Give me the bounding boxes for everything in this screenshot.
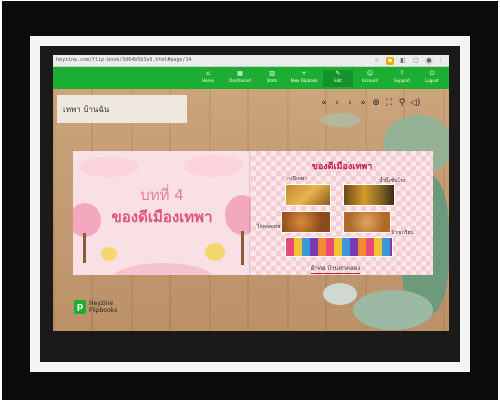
viewer-toolbar: « ‹ › » ⊕ ⛶ ⚲ ◁) bbox=[319, 97, 420, 109]
nav-logout[interactable]: ⏻ Logout bbox=[417, 70, 447, 87]
last-page-icon[interactable]: » bbox=[358, 98, 368, 109]
zoom-icon[interactable]: ⊕ bbox=[371, 98, 381, 109]
fullscreen-icon[interactable]: ⛶ bbox=[384, 98, 394, 109]
honey-photo bbox=[343, 184, 395, 206]
chick-illustration bbox=[101, 247, 117, 261]
edit-icon: ✎ bbox=[335, 70, 341, 77]
heyzine-logo-text: Heyzine Flipbooks bbox=[89, 300, 118, 314]
heyzine-logo-icon: p bbox=[74, 300, 86, 314]
crackers-photo bbox=[343, 211, 391, 233]
rock-decoration bbox=[323, 283, 357, 305]
cloud-illustration bbox=[79, 157, 139, 177]
flipbook-title: เทพา บ้านฉัน bbox=[63, 105, 110, 114]
puzzle-icon[interactable]: ◧ bbox=[399, 57, 407, 65]
heyzine-logo[interactable]: p Heyzine Flipbooks bbox=[74, 300, 117, 314]
nav-stats[interactable]: ▥ Stats bbox=[257, 70, 287, 87]
hill-illustration bbox=[113, 263, 213, 275]
logout-icon: ⏻ bbox=[429, 70, 435, 77]
plant-decoration bbox=[321, 113, 361, 127]
nav-home[interactable]: ⌂ Home bbox=[193, 70, 223, 87]
chapter-number: บทที่ 4 bbox=[140, 186, 184, 204]
tree-trunk bbox=[83, 233, 86, 263]
chapter-title: ของดีเมืองเทพา bbox=[111, 208, 213, 226]
plant-decoration bbox=[353, 290, 433, 330]
profile-icon[interactable]: ● bbox=[425, 57, 433, 65]
right-page-footer: ผ้าทอ บ้านท่าคลอง bbox=[311, 265, 361, 274]
menu-dots-icon[interactable]: ⋮ bbox=[437, 57, 445, 65]
prev-page-icon[interactable]: ‹ bbox=[332, 98, 342, 109]
new-flipbook-icon: + bbox=[301, 70, 307, 77]
monitor-screen: heyzine.com/flip-book/3d64b5b3a9.html#pa… bbox=[53, 55, 449, 331]
flipbook-right-page[interactable]: ของดีเมืองเทพา กะปิเทพา น้ำผึ้งชันโรง ไก… bbox=[251, 151, 433, 275]
window-icon[interactable]: ▢ bbox=[412, 57, 420, 65]
account-icon: ☺ bbox=[366, 70, 374, 77]
shrimp-paste-photo bbox=[285, 184, 331, 206]
woven-fabric-photo bbox=[285, 237, 393, 257]
nav-dashboard[interactable]: ▦ Dashboard bbox=[225, 70, 255, 87]
search-icon[interactable]: ⚲ bbox=[397, 98, 407, 109]
next-page-icon[interactable]: › bbox=[345, 98, 355, 109]
first-page-icon[interactable]: « bbox=[319, 98, 329, 109]
fried-chicken-photo bbox=[281, 211, 331, 233]
sound-icon[interactable]: ◁) bbox=[410, 98, 420, 109]
extension-icon[interactable]: ▪ bbox=[386, 57, 394, 65]
nav-edit[interactable]: ✎ Edit bbox=[323, 70, 353, 87]
food-label: กะปิเทพา bbox=[287, 176, 307, 182]
food-label: ข้าวเกรียบ bbox=[391, 230, 414, 236]
home-icon: ⌂ bbox=[206, 70, 210, 77]
dashboard-icon: ▦ bbox=[237, 70, 243, 77]
food-label: ไก่ทอดเทพา bbox=[257, 224, 284, 230]
flipbook-left-page[interactable]: บทที่ 4 ของดีเมืองเทพา bbox=[73, 151, 251, 275]
nav-support[interactable]: ? Support bbox=[387, 70, 417, 87]
star-icon[interactable]: ☆ bbox=[373, 57, 381, 65]
stats-icon: ▥ bbox=[269, 70, 275, 77]
right-page-title: ของดีเมืองเทพา bbox=[311, 162, 373, 172]
cloud-illustration bbox=[183, 155, 243, 177]
app-navigation-bar: ⌂ Home ▦ Dashboard ▥ Stats + New Flipboo… bbox=[53, 67, 449, 89]
tree-trunk bbox=[241, 231, 244, 265]
chick-illustration bbox=[205, 243, 225, 261]
flipbook-title-panel: เทพา บ้านฉัน bbox=[57, 95, 187, 123]
browser-address-bar[interactable]: heyzine.com/flip-book/3d64b5b3a9.html#pa… bbox=[53, 55, 449, 67]
nav-new-flipbook[interactable]: + New Flipbook bbox=[289, 70, 319, 87]
nav-account[interactable]: ☺ Account bbox=[355, 70, 385, 87]
support-icon: ? bbox=[400, 70, 404, 77]
url-text[interactable]: heyzine.com/flip-book/3d64b5b3a9.html#pa… bbox=[56, 57, 306, 63]
